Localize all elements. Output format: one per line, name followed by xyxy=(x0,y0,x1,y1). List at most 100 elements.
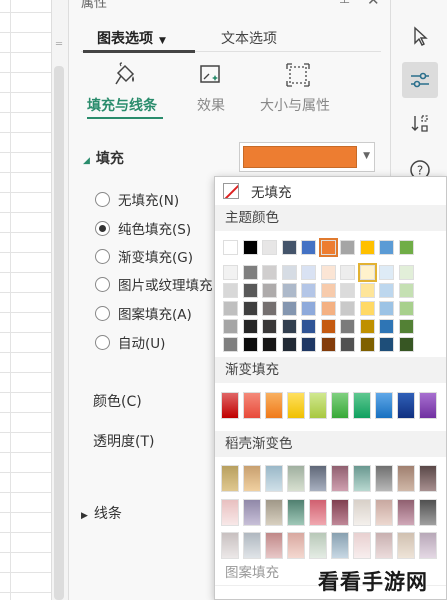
radio-pattern-fill[interactable]: 图案填充(A) xyxy=(95,303,192,323)
shell-gradient-swatch[interactable] xyxy=(309,465,327,492)
theme-color-swatch[interactable] xyxy=(262,319,277,334)
theme-color-swatch[interactable] xyxy=(379,319,394,334)
shell-gradient-swatch[interactable] xyxy=(375,532,393,559)
gradient-swatch[interactable] xyxy=(287,392,305,419)
effects-icon[interactable] xyxy=(198,62,224,88)
radio-no-fill[interactable]: 无填充(N) xyxy=(95,189,179,209)
theme-color-swatch[interactable] xyxy=(301,301,316,316)
theme-color-swatch[interactable] xyxy=(281,265,297,280)
gradient-swatch[interactable] xyxy=(375,392,393,419)
tab-chart-options[interactable]: 图表选项 ▼ xyxy=(97,28,166,48)
theme-color-swatch[interactable] xyxy=(340,265,355,280)
theme-color-swatch[interactable] xyxy=(398,319,414,334)
radio-auto[interactable]: 自动(U) xyxy=(95,332,165,352)
tab-text-options[interactable]: 文本选项 xyxy=(221,28,277,48)
theme-color-swatch[interactable] xyxy=(379,301,394,316)
radio-picture-texture-fill[interactable]: 图片或纹理填充 xyxy=(95,274,213,294)
gradient-swatch[interactable] xyxy=(331,392,349,419)
theme-color-swatch[interactable] xyxy=(320,301,336,316)
theme-color-swatch[interactable] xyxy=(379,283,394,298)
no-fill-option[interactable]: 无填充 xyxy=(223,181,292,201)
theme-color-swatch[interactable] xyxy=(398,283,414,298)
gradient-swatch[interactable] xyxy=(221,392,239,419)
gradient-swatch[interactable] xyxy=(397,392,415,419)
shell-gradient-swatch[interactable] xyxy=(397,499,415,526)
gradient-swatch[interactable] xyxy=(419,392,437,419)
shell-gradient-swatch[interactable] xyxy=(265,465,283,492)
theme-color-swatch[interactable] xyxy=(242,240,258,255)
theme-color-swatch[interactable] xyxy=(398,240,414,255)
radio-circle[interactable] xyxy=(95,248,110,264)
shell-gradient-swatch[interactable] xyxy=(419,499,437,526)
gradient-swatch[interactable] xyxy=(265,392,283,419)
theme-color-swatch[interactable] xyxy=(320,337,336,352)
theme-color-swatch[interactable] xyxy=(281,301,297,316)
shell-gradient-swatch[interactable] xyxy=(419,465,437,492)
theme-color-swatch[interactable] xyxy=(301,265,316,280)
paint-bucket-icon[interactable] xyxy=(112,62,138,88)
theme-color-swatch[interactable] xyxy=(359,301,375,316)
shell-gradient-swatch[interactable] xyxy=(265,532,283,559)
lines-section-header[interactable]: ▶ 线条 xyxy=(81,503,122,523)
shell-gradient-swatch[interactable] xyxy=(331,499,349,526)
shell-gradient-swatch[interactable] xyxy=(243,499,261,526)
shell-gradient-swatch[interactable] xyxy=(287,532,305,559)
shell-gradient-swatch[interactable] xyxy=(353,499,371,526)
theme-color-swatch[interactable] xyxy=(301,319,316,334)
theme-color-swatch[interactable] xyxy=(301,240,316,255)
subtab-size-properties[interactable]: 大小与属性 xyxy=(260,95,330,115)
shell-gradient-swatch[interactable] xyxy=(287,499,305,526)
shell-gradient-swatch[interactable] xyxy=(353,532,371,559)
theme-color-swatch[interactable] xyxy=(320,319,336,334)
theme-color-swatch[interactable] xyxy=(262,283,277,298)
shell-gradient-swatch[interactable] xyxy=(353,465,371,492)
theme-color-swatch[interactable] xyxy=(320,283,336,298)
shell-gradient-swatch[interactable] xyxy=(309,532,327,559)
fill-section-header[interactable]: ◢ 填充 xyxy=(83,148,124,168)
theme-color-swatch[interactable] xyxy=(223,301,238,316)
theme-color-swatch[interactable] xyxy=(262,265,277,280)
shell-gradient-swatch[interactable] xyxy=(397,532,415,559)
shell-gradient-swatch[interactable] xyxy=(309,499,327,526)
theme-color-swatch[interactable] xyxy=(357,263,377,282)
theme-color-swatch[interactable] xyxy=(242,337,258,352)
theme-color-swatch[interactable] xyxy=(379,337,394,352)
theme-color-swatch[interactable] xyxy=(281,319,297,334)
close-icon[interactable]: ✕ xyxy=(367,0,380,9)
radio-circle[interactable] xyxy=(95,276,110,292)
theme-color-swatch[interactable] xyxy=(340,301,355,316)
subtab-effects[interactable]: 效果 xyxy=(197,95,225,115)
theme-color-swatch[interactable] xyxy=(398,301,414,316)
theme-color-swatch[interactable] xyxy=(398,265,414,280)
radio-circle[interactable] xyxy=(95,305,110,321)
size-properties-icon[interactable] xyxy=(285,62,311,88)
theme-color-swatch[interactable] xyxy=(223,265,238,280)
shell-gradient-swatch[interactable] xyxy=(375,499,393,526)
theme-color-swatch[interactable] xyxy=(242,265,258,280)
radio-circle[interactable] xyxy=(95,334,110,350)
theme-color-swatch[interactable] xyxy=(281,283,297,298)
theme-color-swatch[interactable] xyxy=(379,240,394,255)
theme-color-swatch[interactable] xyxy=(318,238,338,257)
shell-gradient-swatch[interactable] xyxy=(331,532,349,559)
theme-color-swatch[interactable] xyxy=(242,301,258,316)
theme-color-swatch[interactable] xyxy=(340,319,355,334)
theme-color-swatch[interactable] xyxy=(242,283,258,298)
theme-color-swatch[interactable] xyxy=(223,283,238,298)
theme-color-swatch[interactable] xyxy=(262,301,277,316)
theme-color-swatch[interactable] xyxy=(340,240,355,255)
theme-color-swatch[interactable] xyxy=(242,319,258,334)
radio-solid-fill[interactable]: 纯色填充(S) xyxy=(95,218,191,238)
shell-gradient-swatch[interactable] xyxy=(375,465,393,492)
shell-gradient-swatch[interactable] xyxy=(221,465,239,492)
shell-gradient-swatch[interactable] xyxy=(221,532,239,559)
theme-color-swatch[interactable] xyxy=(359,240,375,255)
shell-gradient-swatch[interactable] xyxy=(221,499,239,526)
theme-color-swatch[interactable] xyxy=(281,337,297,352)
theme-color-swatch[interactable] xyxy=(340,283,355,298)
radio-gradient-fill[interactable]: 渐变填充(G) xyxy=(95,246,193,266)
theme-color-swatch[interactable] xyxy=(359,337,375,352)
shell-gradient-swatch[interactable] xyxy=(265,499,283,526)
theme-color-swatch[interactable] xyxy=(223,240,238,255)
gradient-swatch[interactable] xyxy=(243,392,261,419)
